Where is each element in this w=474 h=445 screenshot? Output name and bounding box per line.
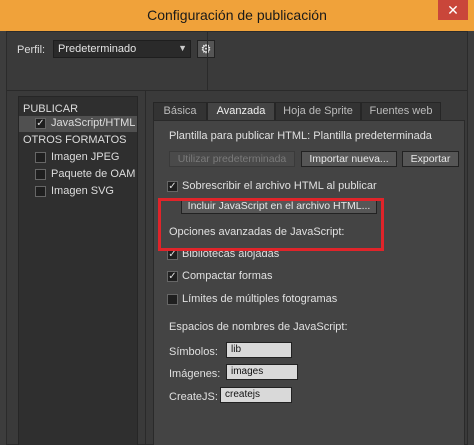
export-button[interactable]: Exportar <box>402 151 459 167</box>
import-new-button[interactable]: Importar nueva... <box>301 151 397 167</box>
format-item-javascript-html[interactable]: ✓ JavaScript/HTML <box>19 116 137 132</box>
format-label: Imagen SVG <box>51 185 114 197</box>
tab-content-advanced: Plantilla para publicar HTML: Plantilla … <box>153 120 465 445</box>
checkbox[interactable]: ✓ <box>167 271 178 282</box>
checkbox[interactable] <box>35 186 46 197</box>
highlight-box <box>158 198 384 251</box>
chevron-down-icon: ▼ <box>178 43 187 53</box>
tab-avanzada[interactable]: Avanzada <box>207 102 275 120</box>
checkbox[interactable] <box>35 152 46 163</box>
compact-shapes-label: Compactar formas <box>182 270 273 282</box>
divider <box>145 90 146 445</box>
checkbox[interactable]: ✓ <box>167 181 178 192</box>
namespaces-title: Espacios de nombres de JavaScript: <box>169 321 348 333</box>
dialog-body: Perfil: Predeterminado ▼ ⚙ PUBLICAR ✓ Ja… <box>6 31 468 445</box>
category-other-formats: OTROS FORMATOS <box>23 134 127 146</box>
divider <box>207 32 208 90</box>
divider <box>7 90 467 91</box>
profile-value: Predeterminado <box>58 43 137 55</box>
format-label: JavaScript/HTML <box>51 117 136 129</box>
multiframe-bounds-label: Límites de múltiples fotogramas <box>182 293 338 305</box>
profile-select[interactable]: Predeterminado ▼ <box>53 40 191 58</box>
category-publish: PUBLICAR <box>23 103 79 115</box>
format-item-svg[interactable]: Imagen SVG <box>19 184 137 200</box>
template-value: Plantilla predeterminada <box>313 130 432 142</box>
checkbox[interactable] <box>35 169 46 180</box>
checkbox[interactable]: ✓ <box>35 118 46 129</box>
checkbox[interactable] <box>167 294 178 305</box>
tab-fuentes-web[interactable]: Fuentes web <box>361 102 441 120</box>
createjs-field[interactable]: createjs <box>220 387 292 403</box>
format-item-oam[interactable]: Paquete de OAM <box>19 167 137 183</box>
createjs-label: CreateJS: <box>169 391 218 403</box>
use-default-button[interactable]: Utilizar predeterminada <box>169 151 295 167</box>
overwrite-html-label: Sobrescribir el archivo HTML al publicar <box>182 180 377 192</box>
tab-basica[interactable]: Básica <box>153 102 207 120</box>
images-label: Imágenes: <box>169 368 221 380</box>
symbols-label: Símbolos: <box>169 346 218 358</box>
images-field[interactable]: images <box>226 364 298 380</box>
gear-icon[interactable]: ⚙ <box>197 40 215 58</box>
tab-hoja-de-sprite[interactable]: Hoja de Sprite <box>275 102 361 120</box>
template-label: Plantilla para publicar HTML: <box>169 130 311 142</box>
window-title: Configuración de publicación <box>147 7 327 23</box>
symbols-field[interactable]: lib <box>226 342 292 358</box>
close-icon[interactable]: ✕ <box>438 0 468 20</box>
format-list: PUBLICAR ✓ JavaScript/HTML OTROS FORMATO… <box>18 96 138 445</box>
format-label: Paquete de OAM <box>51 168 136 180</box>
format-label: Imagen JPEG <box>51 151 120 163</box>
title-bar: Configuración de publicación ✕ <box>0 0 474 31</box>
profile-label: Perfil: <box>17 44 46 56</box>
format-item-jpeg[interactable]: Imagen JPEG <box>19 150 137 166</box>
